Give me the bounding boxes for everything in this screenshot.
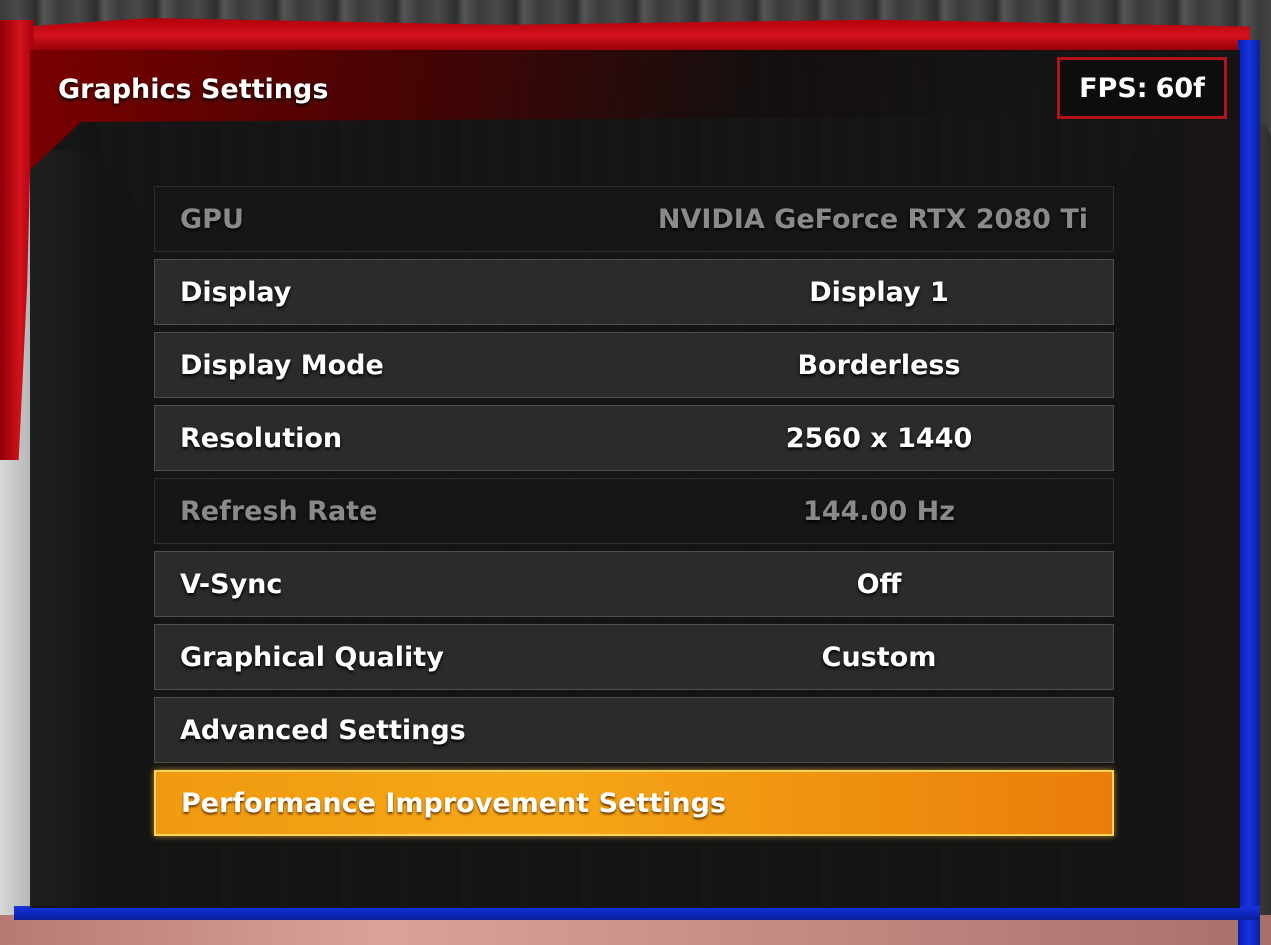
setting-row-advanced-settings[interactable]: Advanced Settings xyxy=(154,697,1114,763)
setting-row-display[interactable]: Display Display 1 xyxy=(154,259,1114,325)
setting-value: 2560 x 1440 xyxy=(785,422,973,454)
setting-value: Custom xyxy=(821,641,937,673)
setting-row-display-mode[interactable]: Display Mode Borderless xyxy=(154,332,1114,398)
setting-value: Off xyxy=(856,568,902,600)
fps-label: FPS: xyxy=(1079,72,1148,104)
page-title: Graphics Settings xyxy=(58,74,329,105)
setting-row-resolution[interactable]: Resolution 2560 x 1440 xyxy=(154,405,1114,471)
setting-value: Display 1 xyxy=(809,276,949,308)
setting-value: 144.00 Hz xyxy=(803,495,955,527)
setting-value: Borderless xyxy=(797,349,961,381)
setting-row-vsync[interactable]: V-Sync Off xyxy=(154,551,1114,617)
fps-counter: FPS: 60f xyxy=(1057,57,1227,119)
setting-row-refresh-rate: Refresh Rate 144.00 Hz xyxy=(154,478,1114,544)
settings-list: GPU NVIDIA GeForce RTX 2080 Ti Display D… xyxy=(154,186,1114,843)
setting-label: V-Sync xyxy=(180,568,283,600)
setting-label: Resolution xyxy=(180,422,343,454)
frame-red-top-stroke xyxy=(0,18,1250,52)
setting-label: Refresh Rate xyxy=(180,495,378,527)
setting-label: Display xyxy=(180,276,292,308)
frame-blue-bottom-stroke xyxy=(14,906,1260,920)
fps-value: 60f xyxy=(1155,72,1205,104)
setting-label: Graphical Quality xyxy=(180,641,444,673)
setting-row-graphical-quality[interactable]: Graphical Quality Custom xyxy=(154,624,1114,690)
setting-label: Performance Improvement Settings xyxy=(181,787,727,819)
setting-label: GPU xyxy=(180,203,244,235)
setting-row-performance-improvement[interactable]: Performance Improvement Settings xyxy=(154,770,1114,836)
setting-label: Advanced Settings xyxy=(180,714,466,746)
frame-blue-right-stroke xyxy=(1238,40,1260,945)
setting-value: NVIDIA GeForce RTX 2080 Ti xyxy=(657,203,1088,235)
setting-label: Display Mode xyxy=(180,349,384,381)
setting-row-gpu: GPU NVIDIA GeForce RTX 2080 Ti xyxy=(154,186,1114,252)
